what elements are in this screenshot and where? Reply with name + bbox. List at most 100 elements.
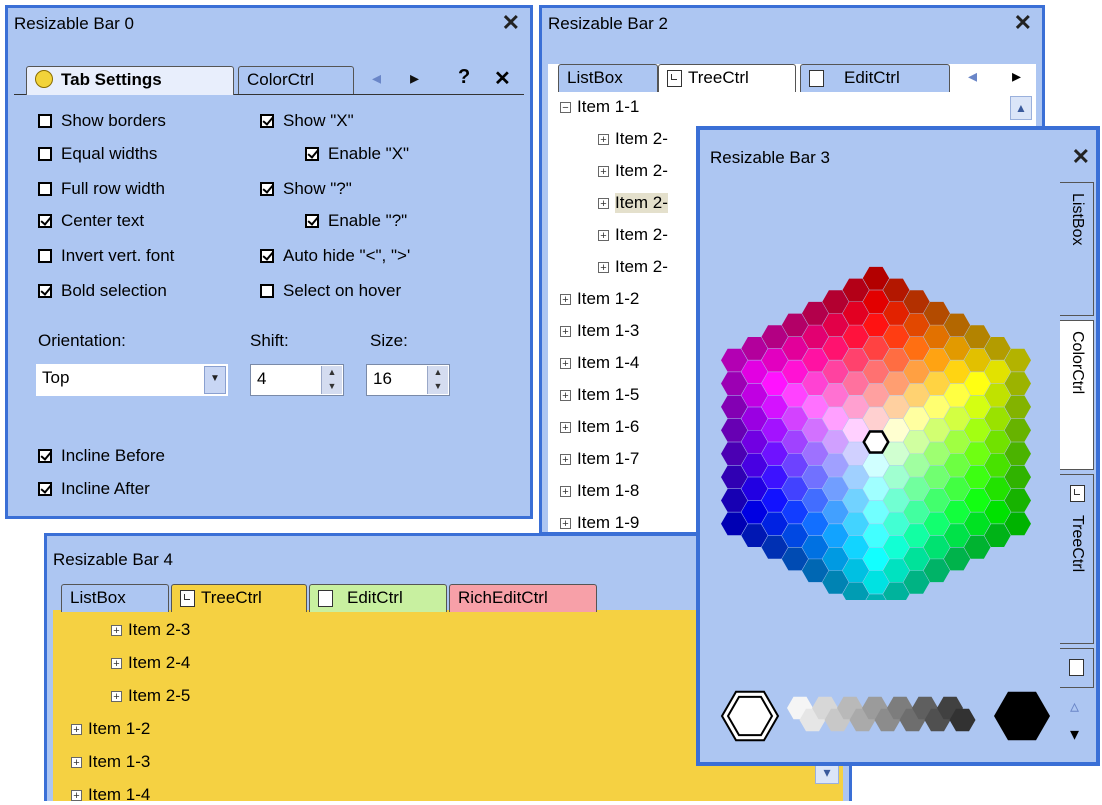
spin-up-icon[interactable]: ▲ [428,366,448,380]
checkbox-bold-selection[interactable]: Bold selection [38,281,167,301]
checkbox-show-borders[interactable]: Show borders [38,111,166,131]
checkbox-auto-hide[interactable]: Auto hide "<", ">' [260,246,410,266]
checkbox-incline-before[interactable]: Incline Before [38,446,165,466]
bar2-tab-scroll-left-button[interactable]: ◂ [968,66,977,87]
bar3-close-button[interactable]: ✕ [1072,144,1090,170]
checkbox-incline-after[interactable]: Incline After [38,479,150,499]
size-spin-buttons[interactable]: ▲ ▼ [427,366,448,394]
expand-icon[interactable]: + [111,624,122,636]
color-hex-palette[interactable] [700,180,1060,600]
tree-item[interactable]: + Item 1-4 [560,353,639,373]
tree-item[interactable]: + Item 2- [598,161,668,181]
expand-icon[interactable]: + [598,133,609,145]
grayscale-palette[interactable] [700,670,1060,760]
side-tab-editctrl[interactable] [1060,648,1094,688]
checkbox-full-row-width[interactable]: Full row width [38,179,165,199]
tab-colorctrl[interactable]: ColorCtrl [238,66,354,94]
tree-item[interactable]: + Item 2-5 [111,686,190,706]
tree-item-label: Item 1-4 [577,353,640,372]
expand-icon[interactable]: + [71,723,82,735]
expand-icon[interactable]: + [560,389,571,401]
bar2-tab-treectrl[interactable]: TreeCtrl [658,64,796,92]
expand-icon[interactable]: + [560,325,571,337]
expand-icon[interactable]: + [560,357,571,369]
bar2-scrollbar-up-button[interactable]: ▲ [1010,96,1032,120]
tree-item[interactable]: + Item 2- [598,257,668,277]
tree-item[interactable]: + Item 2- [598,225,668,245]
bar4-tab-richeditctrl[interactable]: RichEditCtrl [449,584,597,612]
tree-item[interactable]: + Item 1-3 [71,752,150,772]
bar2-tab-scroll-right-button[interactable]: ▸ [1012,66,1021,87]
expand-icon[interactable]: + [560,517,571,529]
tree-item-label: Item 1-7 [577,449,640,468]
tree-item-label: Item 2-5 [128,686,191,705]
checkbox-invert-vert-font[interactable]: Invert vert. font [38,246,174,266]
checkbox-equal-widths[interactable]: Equal widths [38,144,157,164]
tree-item[interactable]: + Item 2-3 [111,620,190,640]
bar2-tab-editctrl[interactable]: EditCtrl [800,64,950,92]
side-tab-listbox[interactable]: ListBox [1060,182,1094,316]
tree-item[interactable]: − Item 1-1 [560,97,639,117]
bar2-tab-listbox[interactable]: ListBox [558,64,658,92]
shift-stepper[interactable]: 4 ▲ ▼ [250,364,344,396]
chevron-down-icon[interactable]: ▼ [204,366,226,394]
tree-item[interactable]: + Item 1-6 [560,417,639,437]
bar4-tab-listbox[interactable]: ListBox [61,584,169,612]
side-tab-scroll-up-button[interactable]: ▵ [1070,696,1079,717]
expand-icon[interactable]: + [560,421,571,433]
checkbox-label: Incline After [61,479,150,498]
checkbox-show-x[interactable]: Show "X" [260,111,354,131]
expand-icon[interactable]: + [598,261,609,273]
expand-icon[interactable]: + [560,293,571,305]
tree-item[interactable]: + Item 1-9 [560,513,639,533]
tab-tab-settings[interactable]: Tab Settings [26,66,234,95]
checkbox-show-help[interactable]: Show "?" [260,179,352,199]
tree-item[interactable]: + Item 1-7 [560,449,639,469]
bar0-close-button[interactable]: ✕ [502,10,520,36]
size-stepper[interactable]: 16 ▲ ▼ [366,364,450,396]
tab-close-button[interactable]: ✕ [494,66,511,91]
side-tab-colorctrl[interactable]: ColorCtrl [1060,320,1094,470]
black-swatch[interactable] [994,691,1050,741]
collapse-icon[interactable]: − [560,101,571,113]
tree-item[interactable]: + Item 1-5 [560,385,639,405]
tab-scroll-left-button[interactable]: ◂ [372,68,381,89]
expand-icon[interactable]: + [111,657,122,669]
tree-item-selected[interactable]: + Item 2- [598,193,668,213]
bar2-close-button[interactable]: ✕ [1014,10,1032,36]
tree-item[interactable]: + Item 1-2 [71,719,150,739]
expand-icon[interactable]: + [560,485,571,497]
expand-icon[interactable]: + [598,229,609,241]
shift-spin-buttons[interactable]: ▲ ▼ [321,366,342,394]
side-tab-scroll-down-button[interactable]: ▾ [1070,724,1079,745]
checkbox-enable-x[interactable]: Enable "X" [305,144,409,164]
tab-scroll-right-button[interactable]: ▸ [410,68,419,89]
checkbox-center-text[interactable]: Center text [38,211,144,231]
tree-item[interactable]: + Item 1-2 [560,289,639,309]
checkbox-box [305,147,319,161]
spin-down-icon[interactable]: ▼ [322,380,342,394]
bar4-tab-editctrl[interactable]: EditCtrl [309,584,447,612]
tree-item[interactable]: + Item 1-8 [560,481,639,501]
expand-icon[interactable]: + [111,690,122,702]
tree-item[interactable]: + Item 2-4 [111,653,190,673]
checkbox-label: Full row width [61,179,165,198]
spin-down-icon[interactable]: ▼ [428,380,448,394]
expand-icon[interactable]: + [71,756,82,768]
expand-icon[interactable]: + [71,789,82,801]
tree-item[interactable]: + Item 1-3 [560,321,639,341]
tab-help-button[interactable]: ? [458,66,470,89]
tree-item[interactable]: + Item 1-4 [71,785,150,805]
white-swatch[interactable] [720,690,780,742]
spin-up-icon[interactable]: ▲ [322,366,342,380]
expand-icon[interactable]: + [598,197,609,209]
bar4-tab-treectrl[interactable]: TreeCtrl [171,584,307,612]
tree-item[interactable]: + Item 2- [598,129,668,149]
expand-icon[interactable]: + [560,453,571,465]
expand-icon[interactable]: + [598,165,609,177]
color-picker[interactable] [700,180,1060,760]
orientation-select[interactable]: Top ▼ [36,364,228,396]
checkbox-select-on-hover[interactable]: Select on hover [260,281,401,301]
checkbox-enable-help[interactable]: Enable "?" [305,211,407,231]
side-tab-treectrl[interactable]: TreeCtrl [1060,474,1094,644]
